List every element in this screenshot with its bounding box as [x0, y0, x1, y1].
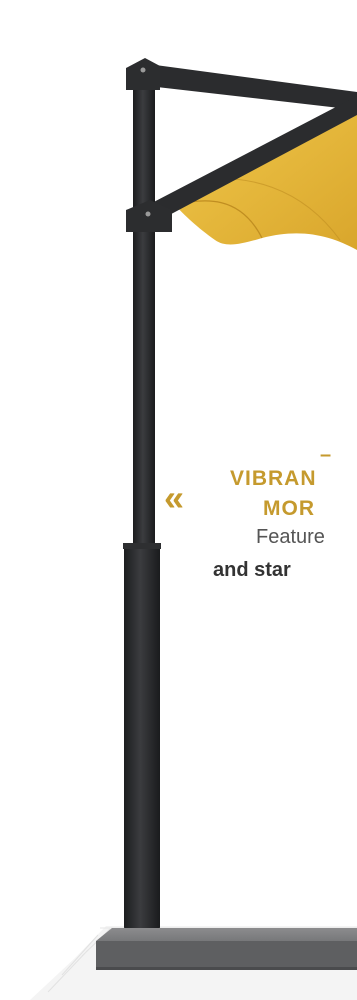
upper-arm: [148, 64, 357, 110]
base: [96, 928, 357, 970]
feature-heading-line-1: VIBRAN: [230, 467, 317, 490]
top-joint: [126, 58, 160, 90]
feature-text-line-2: and star: [213, 559, 291, 581]
feature-text-line-1: Feature: [256, 526, 325, 548]
feature-heading-line-2: MOR: [263, 497, 315, 520]
double-chevron-left-icon[interactable]: «: [164, 478, 184, 518]
heading-dash: –: [320, 444, 333, 466]
